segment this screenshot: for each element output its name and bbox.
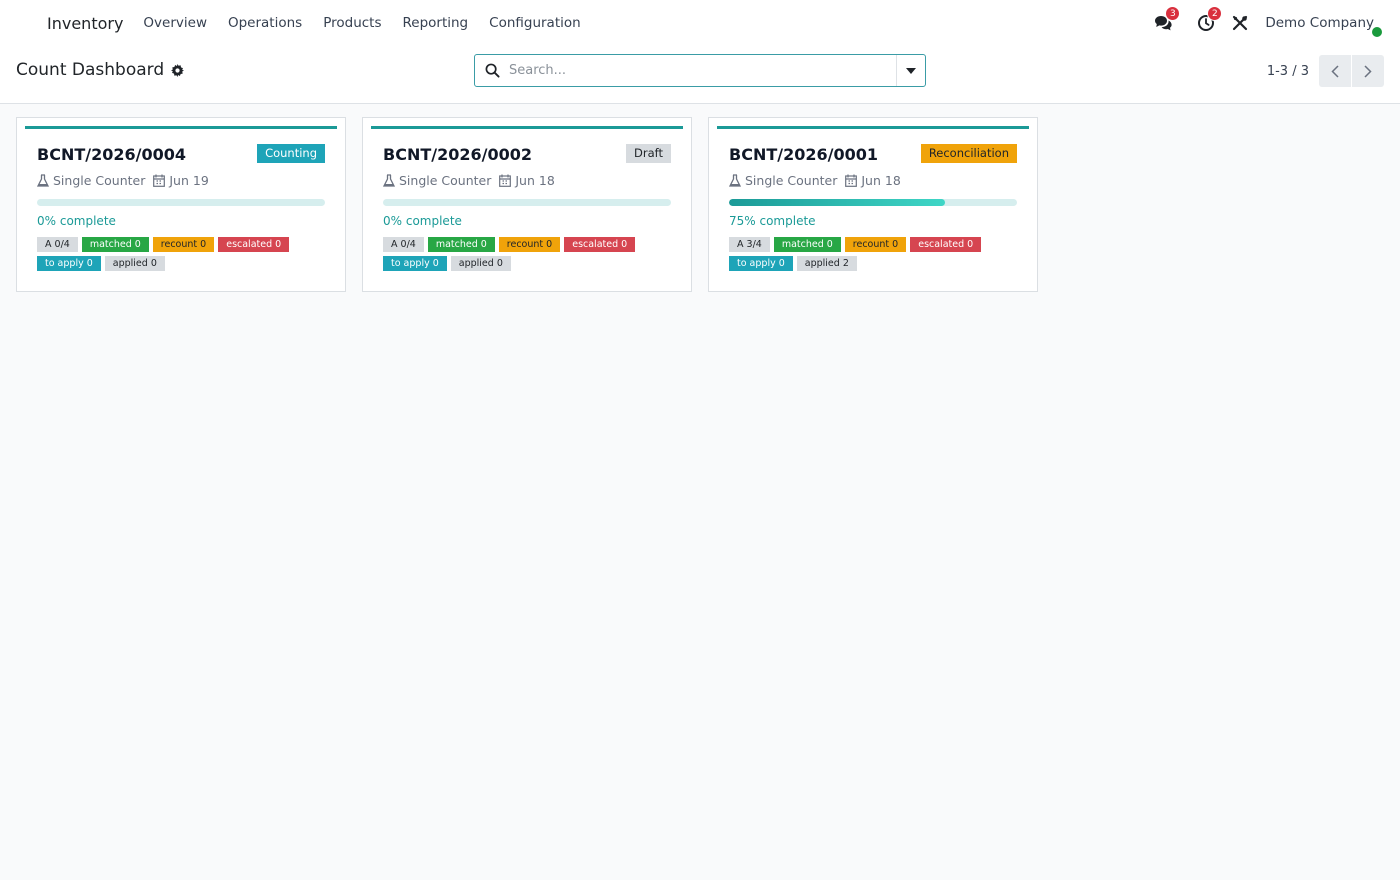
activities-button[interactable]: 2	[1195, 6, 1223, 34]
messages-button[interactable]: 3	[1153, 6, 1181, 34]
status-badge: Reconciliation	[920, 144, 1017, 163]
flask-icon	[37, 174, 49, 187]
counter-mode: Single Counter	[399, 173, 492, 188]
card-accent-bar	[25, 126, 337, 129]
flask-icon	[729, 174, 741, 187]
calendar-icon	[845, 174, 858, 187]
applied-chip: applied 2	[796, 256, 857, 271]
menu-item-products[interactable]: Products	[323, 15, 381, 31]
menu-item-overview[interactable]: Overview	[143, 15, 207, 31]
card-stats: A 0/4 matched 0 recount 0 escalated 0 to…	[383, 237, 683, 275]
flask-icon	[383, 174, 395, 187]
gear-icon[interactable]	[171, 63, 185, 77]
recount-chip: recount 0	[152, 237, 215, 252]
calendar-icon	[153, 174, 166, 187]
calendar-icon	[499, 174, 512, 187]
online-status-dot	[1372, 27, 1382, 37]
count-card[interactable]: BCNT/2026/0002 Draft Single Counter Jun …	[362, 117, 692, 292]
card-reference: BCNT/2026/0002	[383, 145, 532, 164]
status-badge: Counting	[257, 144, 325, 163]
escalated-chip: escalated 0	[910, 237, 982, 252]
progress-bar	[729, 199, 1017, 206]
kanban-view: BCNT/2026/0004 Counting Single Counter J…	[16, 117, 1054, 292]
recount-chip: recount 0	[498, 237, 561, 252]
area-chip: A 0/4	[37, 237, 78, 252]
card-header: BCNT/2026/0002 Draft	[383, 144, 671, 164]
matched-chip: matched 0	[81, 237, 149, 252]
tools-icon	[1233, 15, 1248, 31]
progress-fill	[729, 199, 945, 206]
pager-value[interactable]: 1-3 / 3	[1267, 64, 1309, 79]
app-brand[interactable]: Inventory	[47, 14, 123, 33]
card-accent-bar	[371, 126, 683, 129]
search-icon	[475, 63, 509, 78]
card-header: BCNT/2026/0004 Counting	[37, 144, 325, 164]
counter-mode: Single Counter	[745, 173, 838, 188]
to-apply-chip: to apply 0	[729, 256, 793, 271]
pager: 1-3 / 3	[1267, 55, 1384, 87]
card-meta: Single Counter Jun 18	[729, 173, 1017, 188]
debug-tools-button[interactable]	[1229, 12, 1251, 34]
card-reference: BCNT/2026/0004	[37, 145, 186, 164]
progress-bar	[37, 199, 325, 206]
progress-label: 75% complete	[729, 214, 816, 228]
search-options-toggle[interactable]	[896, 55, 925, 86]
card-reference: BCNT/2026/0001	[729, 145, 878, 164]
control-panel: Count Dashboard 1-3 / 3	[0, 46, 1400, 104]
to-apply-chip: to apply 0	[383, 256, 447, 271]
counter-mode: Single Counter	[53, 173, 146, 188]
matched-chip: matched 0	[427, 237, 495, 252]
applied-chip: applied 0	[450, 256, 511, 271]
status-badge: Draft	[626, 144, 671, 163]
progress-label: 0% complete	[37, 214, 116, 228]
search-input[interactable]	[509, 55, 896, 86]
menu-item-reporting[interactable]: Reporting	[403, 15, 469, 31]
activities-badge: 2	[1207, 6, 1223, 21]
card-meta: Single Counter Jun 18	[383, 173, 671, 188]
area-chip: A 0/4	[383, 237, 424, 252]
count-date: Jun 18	[861, 173, 901, 188]
menu-item-operations[interactable]: Operations	[228, 15, 302, 31]
company-switcher[interactable]: Demo Company	[1265, 15, 1374, 31]
caret-down-icon	[906, 67, 916, 74]
card-header: BCNT/2026/0001 Reconciliation	[729, 144, 1017, 164]
escalated-chip: escalated 0	[564, 237, 636, 252]
count-date: Jun 18	[515, 173, 555, 188]
progress-bar	[383, 199, 671, 206]
breadcrumb: Count Dashboard	[16, 60, 185, 80]
pager-previous-button[interactable]	[1319, 55, 1351, 87]
search-bar	[474, 54, 926, 87]
menu-item-configuration[interactable]: Configuration	[489, 15, 581, 31]
chevron-left-icon	[1331, 64, 1339, 78]
pager-next-button[interactable]	[1352, 55, 1384, 87]
card-stats: A 3/4 matched 0 recount 0 escalated 0 to…	[729, 237, 1029, 275]
applied-chip: applied 0	[104, 256, 165, 271]
count-date: Jun 19	[169, 173, 209, 188]
messages-badge: 3	[1165, 6, 1181, 21]
main-menu: Overview Operations Products Reporting C…	[143, 15, 601, 31]
progress-label: 0% complete	[383, 214, 462, 228]
apps-icon[interactable]	[0, 0, 47, 46]
chevron-right-icon	[1364, 64, 1372, 78]
count-card[interactable]: BCNT/2026/0001 Reconciliation Single Cou…	[708, 117, 1038, 292]
page-title: Count Dashboard	[16, 60, 165, 80]
count-card[interactable]: BCNT/2026/0004 Counting Single Counter J…	[16, 117, 346, 292]
systray: 3 2 Demo Company	[1153, 0, 1400, 46]
recount-chip: recount 0	[844, 237, 907, 252]
escalated-chip: escalated 0	[218, 237, 290, 252]
card-accent-bar	[717, 126, 1029, 129]
matched-chip: matched 0	[773, 237, 841, 252]
card-meta: Single Counter Jun 19	[37, 173, 325, 188]
top-navbar: Inventory Overview Operations Products R…	[0, 0, 1400, 46]
to-apply-chip: to apply 0	[37, 256, 101, 271]
area-chip: A 3/4	[729, 237, 770, 252]
card-stats: A 0/4 matched 0 recount 0 escalated 0 to…	[37, 237, 337, 275]
